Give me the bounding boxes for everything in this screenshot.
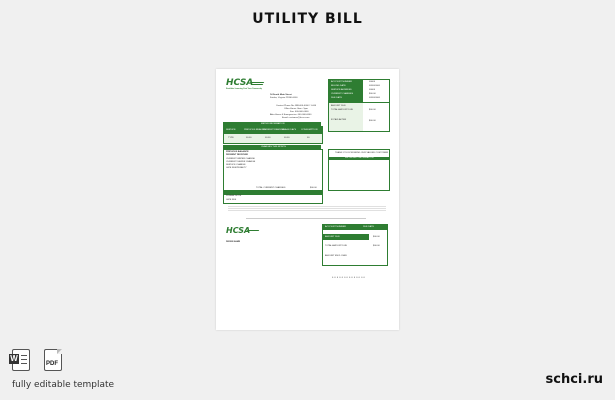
page-title: UTILITY BILL bbox=[252, 11, 363, 27]
stub-name: PAYEE NAME bbox=[226, 241, 241, 243]
messages-box: PLEASE NOTE LATE FEE bbox=[223, 193, 323, 204]
word-letter: W bbox=[9, 354, 19, 364]
meter-cell: TYPE bbox=[228, 137, 234, 139]
logo-swoosh bbox=[250, 84, 264, 86]
amount-due-label: AMOUNT DUE bbox=[331, 105, 346, 107]
amount-due-label: IF PAID AFTER bbox=[331, 119, 347, 121]
meter-column: SERVICE bbox=[226, 129, 236, 131]
summary-value: 00/00/0000 bbox=[369, 85, 380, 87]
stub-row-value: $00.00 bbox=[373, 235, 380, 238]
summary-value: 00000 bbox=[369, 81, 376, 83]
amount-due-label: TOTAL AMOUNT DUE bbox=[331, 109, 353, 111]
account-summary-box: ACCOUNT NUMBER BILLING DATE SERVICE ADDR… bbox=[328, 79, 390, 103]
meter-column: CONSUMPTION bbox=[301, 129, 318, 131]
summary-label: BILLING DATE bbox=[331, 85, 346, 87]
meter-table: SERVICE PREVIOUS READING CURRENT READING… bbox=[223, 126, 323, 144]
stub-table: ACCOUNT NUMBER DUE DATE AMOUNT DUE TOTAL… bbox=[322, 224, 388, 266]
amount-due-value: $00.00 bbox=[369, 120, 376, 122]
summary-value: 00000 bbox=[369, 89, 376, 91]
summary-label: CURRENT CHARGES bbox=[331, 93, 354, 95]
summary-value: 00/00/0000 bbox=[369, 97, 380, 99]
bill-preview[interactable]: HCSA Stealthier Lowering Cost Your Commu… bbox=[216, 69, 399, 330]
notice-text: THANK YOU FOR BEING OUR VALUED CUSTOMER bbox=[335, 152, 389, 154]
stub-row-label: AMOUNT DUE bbox=[325, 235, 340, 238]
meter-cell: 00 bbox=[307, 137, 310, 139]
meter-header: METER INFORMATION bbox=[261, 122, 285, 125]
summary-value: $00.00 bbox=[369, 93, 376, 95]
pdf-document-icon[interactable]: PDF bbox=[44, 349, 62, 371]
template-caption: fully editable template bbox=[12, 380, 115, 390]
meter-cell: 00.00 bbox=[284, 137, 290, 139]
notice-header: IMPORTANT INFORMATION bbox=[345, 157, 374, 160]
stub-row-label: AMOUNT ENCLOSED bbox=[325, 255, 348, 257]
brand-link[interactable]: schci.ru bbox=[546, 372, 603, 387]
stub-row-label: TOTAL AMOUNT DUE bbox=[325, 245, 347, 247]
charge-row: PAYMENT RECEIVED bbox=[226, 154, 249, 156]
stub-header: DUE DATE bbox=[363, 226, 374, 228]
message-row: PLEASE NOTE bbox=[226, 195, 242, 197]
charges-header: CHARGES THIS MONTH bbox=[261, 145, 286, 148]
summary-label: ACCOUNT NUMBER bbox=[331, 81, 352, 83]
stub-row-value: $00.00 bbox=[373, 245, 380, 247]
meter-column: USAGE DAYS bbox=[282, 129, 297, 131]
barcode: 0 0 0 0 0 0 0 0 0 0 0 0 0 0 bbox=[332, 277, 366, 279]
address-line: Fairfax, Virginia 22030-0000 bbox=[270, 97, 298, 99]
summary-label: DUE DATE bbox=[331, 97, 342, 99]
summary-label: SERVICE ADDRESS bbox=[331, 89, 352, 91]
message-row: LATE FEE bbox=[226, 199, 237, 201]
charges-table: PREVIOUS BALANCE PAYMENT RECEIVED CURREN… bbox=[223, 149, 323, 195]
word-document-icon[interactable]: W bbox=[9, 349, 30, 371]
meter-cell: 00.00 bbox=[246, 137, 252, 139]
amount-due-value: $00.00 bbox=[369, 109, 376, 111]
contact-line: Email: customer@hcsa.com bbox=[282, 117, 310, 119]
charge-row: LATE FEE/PENALTY bbox=[226, 167, 247, 169]
amount-due-box: AMOUNT DUE TOTAL AMOUNT DUE IF PAID AFTE… bbox=[328, 102, 390, 132]
logo-swoosh bbox=[249, 82, 265, 84]
meter-cell: 00.00 bbox=[265, 137, 271, 139]
stub-header: ACCOUNT NUMBER bbox=[325, 226, 346, 228]
notice-box: IMPORTANT INFORMATION THANK YOU FOR BEIN… bbox=[328, 149, 390, 191]
pdf-label: PDF bbox=[46, 361, 58, 367]
logo-tagline: Stealthier Lowering Cost Your Community bbox=[226, 88, 262, 90]
